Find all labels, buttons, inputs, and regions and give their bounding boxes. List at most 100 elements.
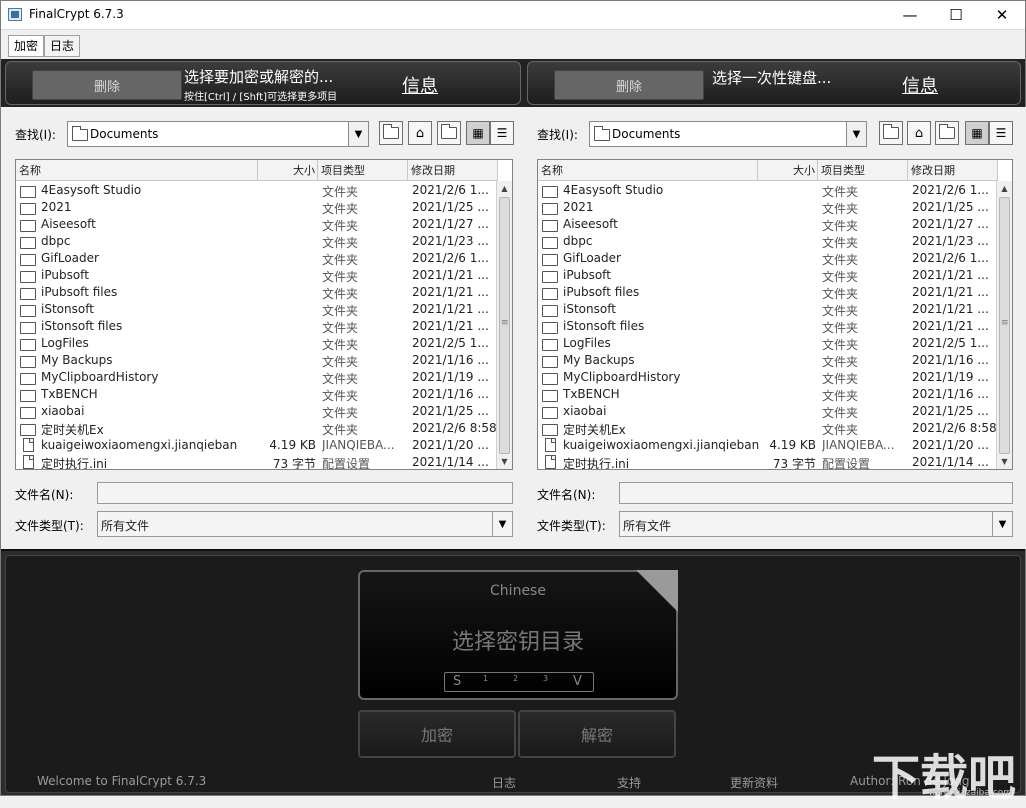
file-name: 定时执行.ini <box>41 455 269 470</box>
file-row[interactable]: kuaigeiwoxiaomengxi.jianqieban4.19 KBJIA… <box>16 437 498 454</box>
file-row[interactable]: 2021文件夹2021/1/25 ... <box>16 199 498 216</box>
filename-input[interactable] <box>619 482 1013 504</box>
file-row[interactable]: GifLoader文件夹2021/2/6 1... <box>16 250 498 267</box>
file-row[interactable]: LogFiles文件夹2021/2/5 1... <box>538 335 998 352</box>
chevron-down-icon[interactable]: ▼ <box>846 122 866 146</box>
log-link[interactable]: 日志 <box>492 774 516 791</box>
folder-icon <box>20 305 36 317</box>
scroll-down-icon[interactable]: ▼ <box>497 454 512 469</box>
details-view-button[interactable]: ☰ <box>989 121 1013 145</box>
file-row[interactable]: xiaobai文件夹2021/1/25 ... <box>538 403 998 420</box>
column-type[interactable]: 项目类型 <box>318 160 408 181</box>
tab-log[interactable]: 日志 <box>44 35 80 57</box>
input-info-link[interactable]: 信息 <box>402 72 438 98</box>
column-size[interactable]: 大小 <box>758 160 818 181</box>
file-row[interactable]: MyClipboardHistory文件夹2021/1/19 ... <box>538 369 998 386</box>
file-name: MyClipboardHistory <box>563 370 769 384</box>
file-row[interactable]: kuaigeiwoxiaomengxi.jianqieban4.19 KBJIA… <box>538 437 998 454</box>
lookin-folder: Documents <box>612 127 680 141</box>
scroll-up-icon[interactable]: ▲ <box>997 181 1012 196</box>
update-link[interactable]: 更新资料 <box>730 774 778 791</box>
lookin-combo[interactable]: Documents ▼ <box>589 121 867 147</box>
delete-key-button[interactable]: 删除 <box>554 70 704 100</box>
file-modified: 2021/2/6 1... <box>912 183 998 197</box>
delete-input-button[interactable]: 删除 <box>32 70 182 100</box>
new-folder-button[interactable] <box>935 121 959 145</box>
file-row[interactable]: 定时关机Ex文件夹2021/2/6 8:58 <box>16 420 498 437</box>
minimize-button[interactable]: — <box>887 1 933 29</box>
file-row[interactable]: iPubsoft文件夹2021/1/21 ... <box>538 267 998 284</box>
scroll-thumb[interactable] <box>499 197 510 454</box>
file-type: 文件夹 <box>322 421 406 438</box>
filetype-select[interactable]: 所有文件 ▼ <box>619 511 1013 537</box>
column-modified[interactable]: 修改日期 <box>908 160 998 181</box>
scroll-up-icon[interactable]: ▲ <box>497 181 512 196</box>
file-row[interactable]: iStonsoft文件夹2021/1/21 ... <box>16 301 498 318</box>
vertical-scrollbar[interactable]: ▲ ▼ <box>496 181 512 469</box>
chevron-down-icon[interactable]: ▼ <box>992 512 1012 536</box>
chevron-down-icon[interactable]: ▼ <box>348 122 368 146</box>
filetype-value: 所有文件 <box>101 517 149 534</box>
tab-encrypt[interactable]: 加密 <box>8 35 44 57</box>
home-button[interactable]: ⌂ <box>907 121 931 145</box>
file-row[interactable]: TxBENCH文件夹2021/1/16 ... <box>538 386 998 403</box>
column-name[interactable]: 名称 <box>538 160 758 181</box>
file-row[interactable]: 4Easysoft Studio文件夹2021/2/6 1... <box>538 182 998 199</box>
file-row[interactable]: TxBENCH文件夹2021/1/16 ... <box>16 386 498 403</box>
filename-input[interactable] <box>97 482 513 504</box>
file-row[interactable]: 定时关机Ex文件夹2021/2/6 8:58 <box>538 420 998 437</box>
file-modified: 2021/1/20 ... <box>412 438 498 452</box>
file-name: xiaobai <box>41 404 269 418</box>
file-row[interactable]: GifLoader文件夹2021/2/6 1... <box>538 250 998 267</box>
file-row[interactable]: iPubsoft files文件夹2021/1/21 ... <box>538 284 998 301</box>
file-row[interactable]: My Backups文件夹2021/1/16 ... <box>538 352 998 369</box>
column-modified[interactable]: 修改日期 <box>408 160 498 181</box>
support-link[interactable]: 支持 <box>617 774 641 791</box>
key-info-link[interactable]: 信息 <box>902 72 938 98</box>
new-folder-button[interactable] <box>437 121 461 145</box>
file-row[interactable]: iStonsoft files文件夹2021/1/21 ... <box>16 318 498 335</box>
file-row[interactable]: Aiseesoft文件夹2021/1/27 ... <box>538 216 998 233</box>
file-row[interactable]: My Backups文件夹2021/1/16 ... <box>16 352 498 369</box>
file-row[interactable]: 定时执行.ini73 字节配置设置2021/1/14 ... <box>16 454 498 470</box>
decrypt-button[interactable]: 解密 <box>518 710 676 758</box>
list-view-button[interactable]: ▦ <box>965 121 989 145</box>
key-status-panel[interactable]: Chinese 选择密钥目录 S 1 2 3 V <box>358 570 678 700</box>
file-row[interactable]: MyClipboardHistory文件夹2021/1/19 ... <box>16 369 498 386</box>
indicator-v: V <box>573 674 582 689</box>
vertical-scrollbar[interactable]: ▲ ▼ <box>996 181 1012 469</box>
file-row[interactable]: xiaobai文件夹2021/1/25 ... <box>16 403 498 420</box>
file-row[interactable]: 4Easysoft Studio文件夹2021/2/6 1... <box>16 182 498 199</box>
input-file-chooser: 查找(I): Documents ▼ ⌂ ▦ ☰ 名称 大小 项目类型 修改日期… <box>1 107 513 549</box>
new-folder-icon <box>939 127 955 139</box>
file-row[interactable]: LogFiles文件夹2021/2/5 1... <box>16 335 498 352</box>
language-label[interactable]: Chinese <box>360 583 676 599</box>
maximize-button[interactable]: ☐ <box>933 1 979 29</box>
up-folder-button[interactable] <box>379 121 403 145</box>
file-row[interactable]: dbpc文件夹2021/1/23 ... <box>16 233 498 250</box>
encrypt-button[interactable]: 加密 <box>358 710 516 758</box>
up-folder-button[interactable] <box>879 121 903 145</box>
scroll-down-icon[interactable]: ▼ <box>997 454 1012 469</box>
file-name: dbpc <box>41 234 269 248</box>
file-row[interactable]: iPubsoft文件夹2021/1/21 ... <box>16 267 498 284</box>
column-type[interactable]: 项目类型 <box>818 160 908 181</box>
list-view-button[interactable]: ▦ <box>466 121 490 145</box>
file-row[interactable]: 定时执行.ini73 字节配置设置2021/1/14 ... <box>538 454 998 470</box>
home-button[interactable]: ⌂ <box>408 121 432 145</box>
file-row[interactable]: 2021文件夹2021/1/25 ... <box>538 199 998 216</box>
folder-icon <box>542 305 558 317</box>
file-row[interactable]: iStonsoft文件夹2021/1/21 ... <box>538 301 998 318</box>
file-row[interactable]: iPubsoft files文件夹2021/1/21 ... <box>16 284 498 301</box>
column-name[interactable]: 名称 <box>16 160 258 181</box>
close-button[interactable]: ✕ <box>979 1 1025 29</box>
details-view-button[interactable]: ☰ <box>490 121 514 145</box>
filetype-select[interactable]: 所有文件 ▼ <box>97 511 513 537</box>
file-row[interactable]: Aiseesoft文件夹2021/1/27 ... <box>16 216 498 233</box>
column-size[interactable]: 大小 <box>258 160 318 181</box>
file-row[interactable]: dbpc文件夹2021/1/23 ... <box>538 233 998 250</box>
chevron-down-icon[interactable]: ▼ <box>492 512 512 536</box>
file-row[interactable]: iStonsoft files文件夹2021/1/21 ... <box>538 318 998 335</box>
scroll-thumb[interactable] <box>999 197 1010 454</box>
lookin-combo[interactable]: Documents ▼ <box>67 121 369 147</box>
